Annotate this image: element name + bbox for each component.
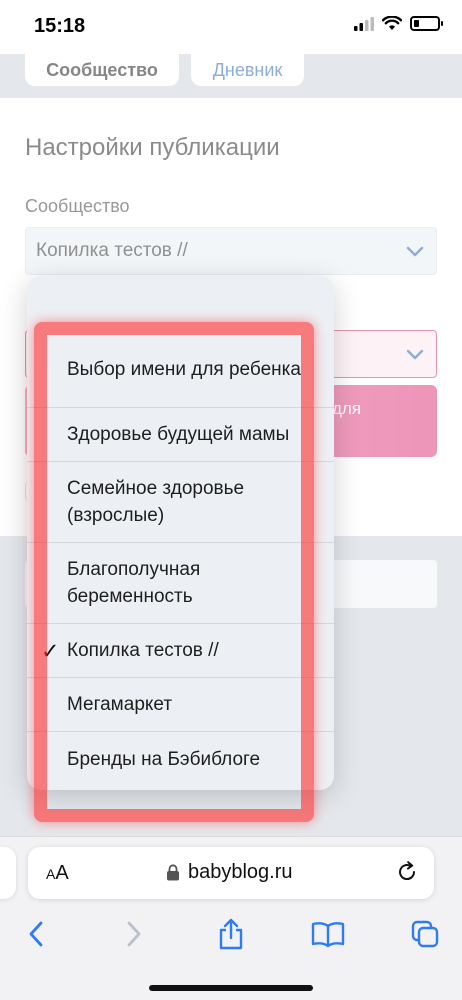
status-bar: 15:18: [0, 0, 462, 54]
picker-option[interactable]: Мегамаркет: [27, 678, 334, 732]
picker-option[interactable]: Выбор имени для ребенка: [27, 332, 334, 408]
back-icon: [29, 921, 43, 947]
picker-list: Выбор имени для ребенка Здоровье будущей…: [27, 332, 334, 786]
bookmarks-icon: [311, 922, 345, 948]
back-button[interactable]: [19, 917, 53, 951]
reload-icon[interactable]: [396, 861, 418, 883]
picker-option-label: Выбор имени для ребенка: [67, 359, 301, 380]
picker-option-label: Здоровье будущей мамы: [67, 424, 290, 445]
status-icons: [354, 16, 443, 31]
previous-tab-edge[interactable]: [0, 847, 16, 899]
browser-toolbar: [0, 917, 462, 957]
wifi-icon: [382, 16, 402, 30]
tabs-button[interactable]: [408, 917, 442, 951]
community-picker: Выбор имени для ребенка Здоровье будущей…: [27, 276, 334, 790]
browser-bar: AA babyblog.ru: [0, 836, 462, 1000]
status-time: 15:18: [34, 15, 86, 37]
bookmarks-button[interactable]: [311, 917, 345, 951]
picker-option[interactable]: Бренды на Бэбиблоге: [27, 732, 334, 786]
checkmark-icon: ✓: [41, 638, 60, 663]
picker-option-label: Копилка тестов //: [67, 640, 219, 661]
reader-aa-button[interactable]: AA: [46, 862, 69, 885]
tabs-icon: [411, 920, 439, 948]
url-text: babyblog.ru: [188, 861, 293, 883]
picker-option-label: Бренды на Бэбиблоге: [67, 748, 261, 770]
lock-icon: [167, 864, 179, 881]
battery-icon: [410, 16, 443, 31]
picker-option[interactable]: Благополучная беременность: [27, 543, 334, 624]
share-icon: [219, 918, 243, 950]
share-button[interactable]: [214, 917, 248, 951]
forward-icon: [127, 921, 141, 947]
picker-option-label: Благополучная беременность: [67, 559, 201, 607]
address-bar[interactable]: AA babyblog.ru: [28, 847, 434, 899]
forward-button[interactable]: [117, 917, 151, 951]
home-indicator: [149, 985, 313, 991]
picker-option-selected[interactable]: ✓ Копилка тестов //: [27, 624, 334, 678]
picker-option[interactable]: Здоровье будущей мамы: [27, 408, 334, 462]
picker-option[interactable]: Семейное здоровье (взрослые): [27, 462, 334, 543]
signal-icon: [354, 16, 374, 31]
picker-option-label: Семейное здоровье (взрослые): [67, 478, 245, 526]
picker-option-label: Мегамаркет: [67, 694, 173, 715]
